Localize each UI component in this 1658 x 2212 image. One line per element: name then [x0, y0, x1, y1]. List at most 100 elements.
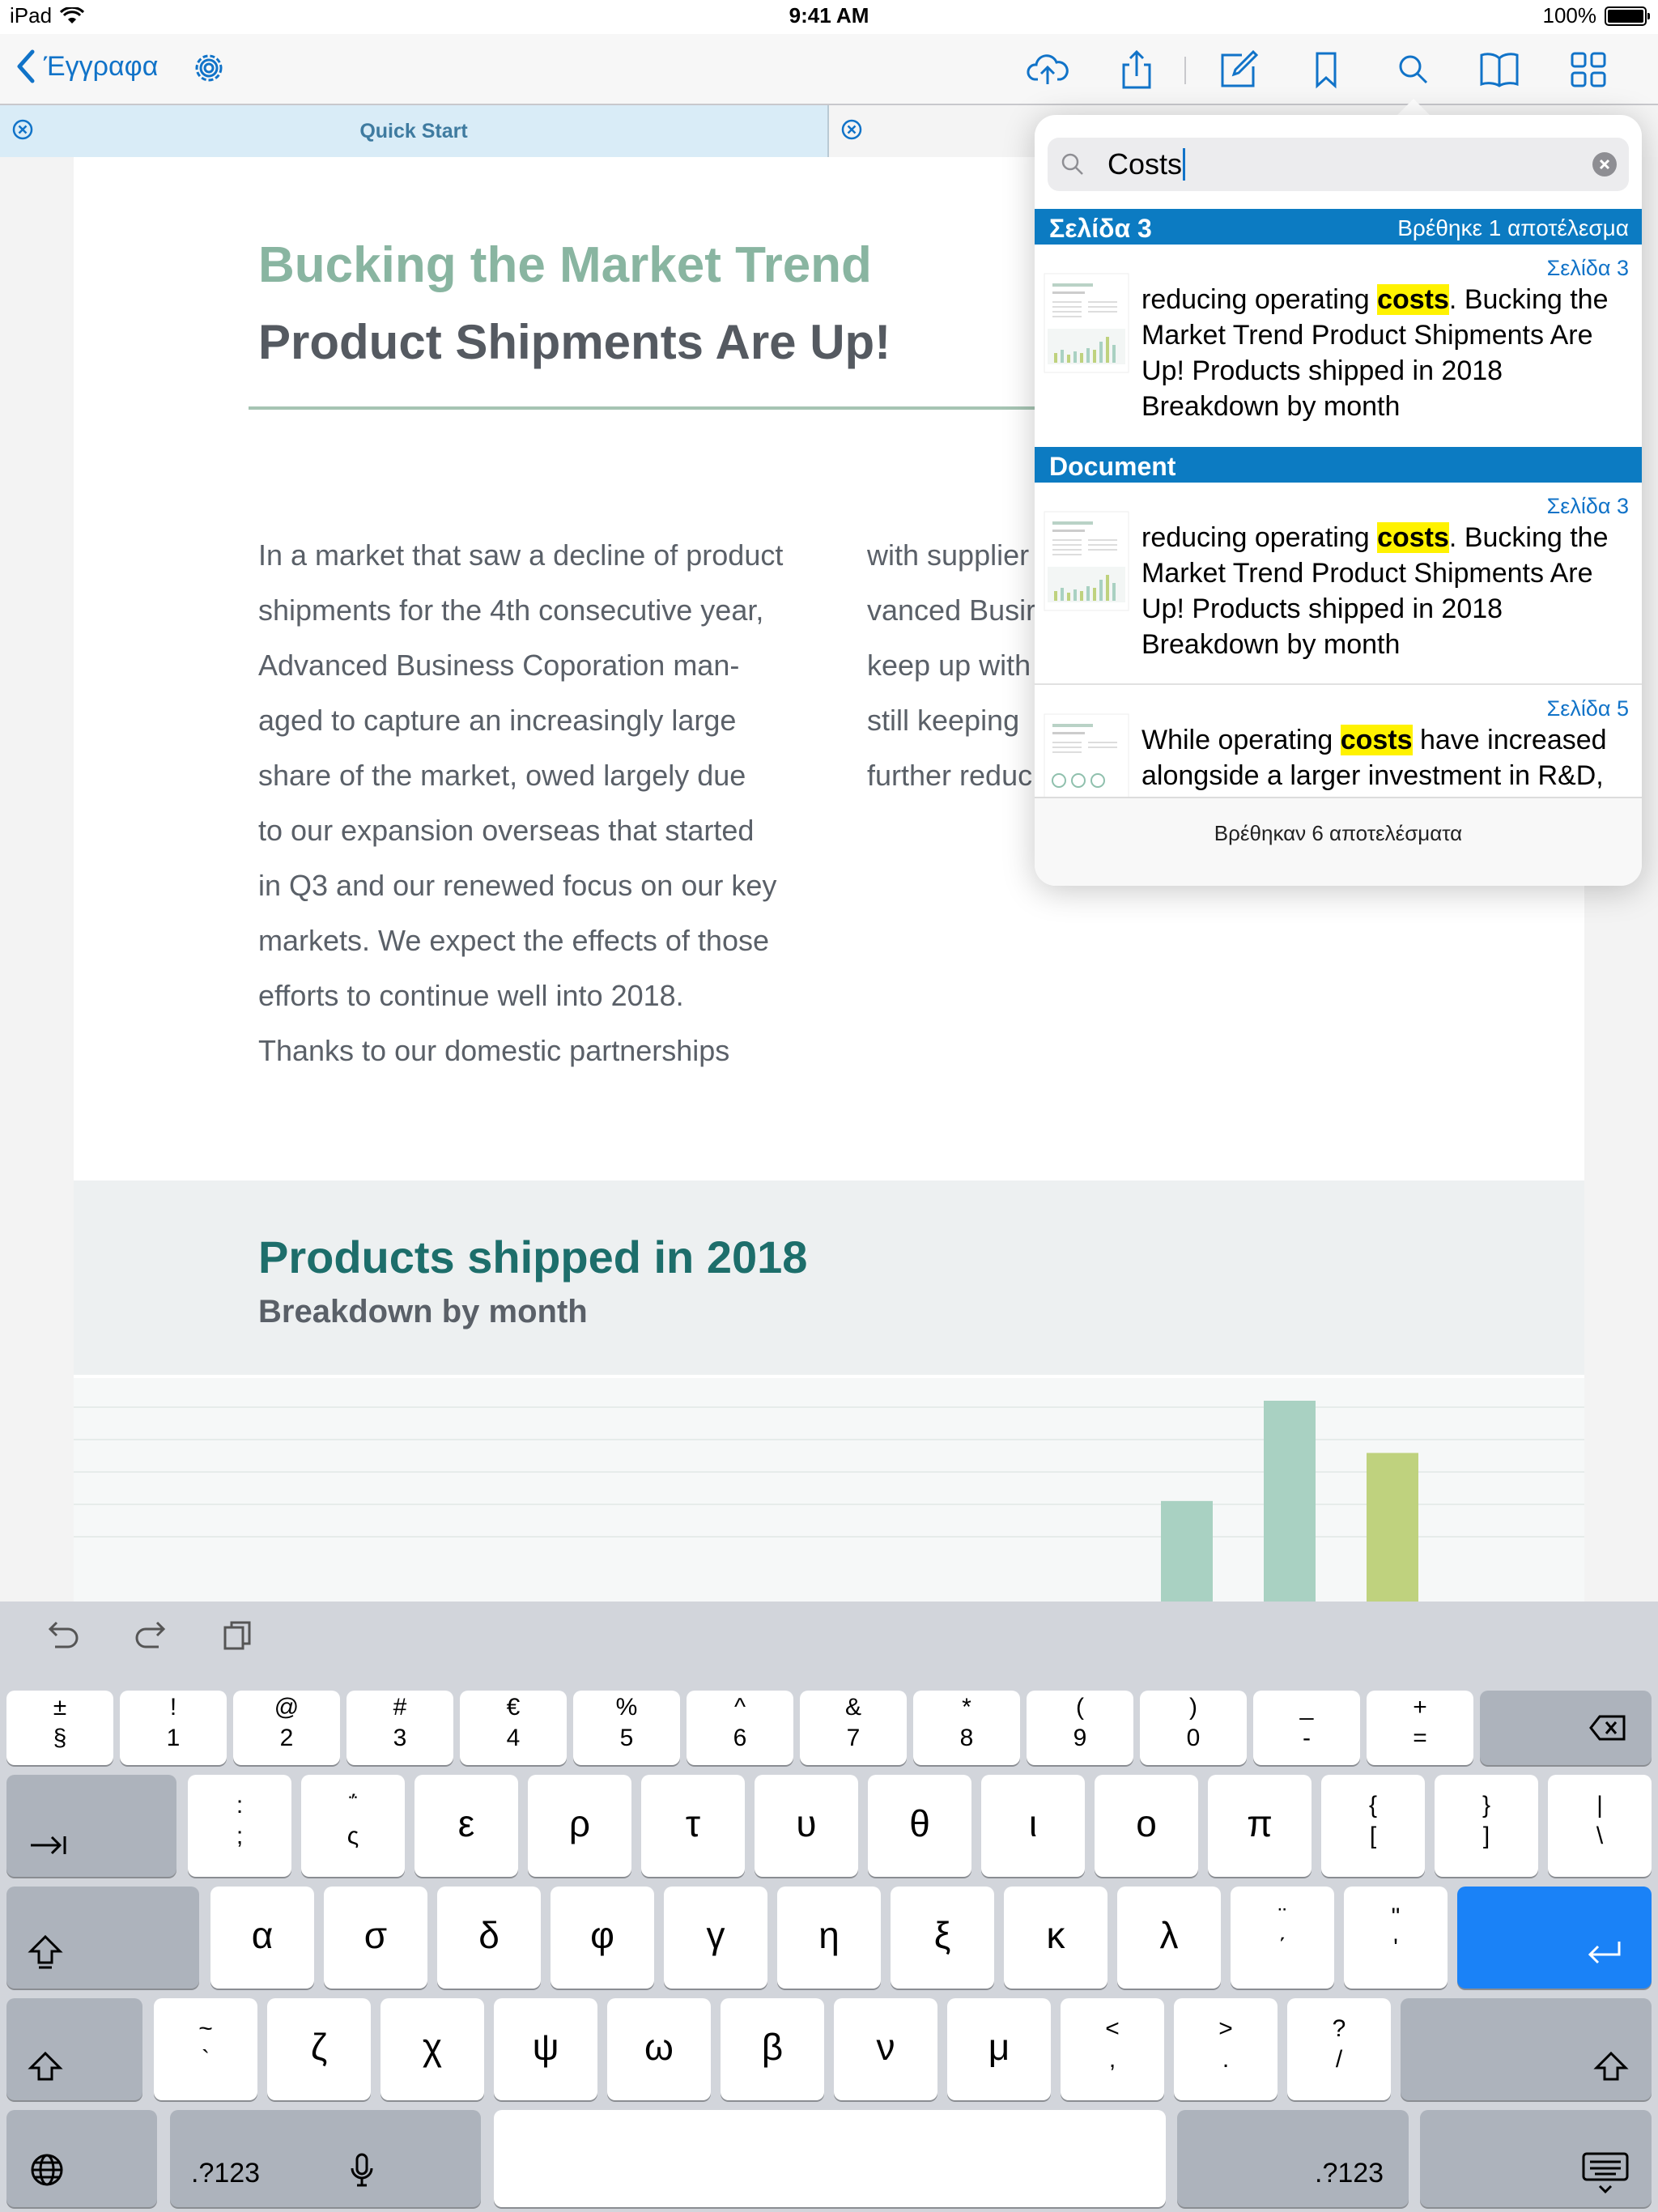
- key[interactable]: ζ: [267, 1998, 371, 2100]
- key[interactable]: χ: [380, 1998, 484, 2100]
- key[interactable]: σ: [324, 1887, 427, 1989]
- key[interactable]: ± §: [6, 1691, 113, 1765]
- search-result[interactable]: Σελίδα 3 reducing operating costs. Bucki…: [1035, 483, 1642, 660]
- dismiss-keyboard-key[interactable]: [1420, 2110, 1652, 2207]
- key[interactable]: }]: [1435, 1775, 1538, 1877]
- globe-key[interactable]: [6, 2110, 157, 2207]
- result-page: Σελίδα 3: [1546, 494, 1629, 518]
- result-snippet: reducing operating costs. Bucking the Ma…: [1141, 522, 1609, 660]
- key[interactable]: * 8: [913, 1691, 1020, 1765]
- key[interactable]: ε: [414, 1775, 518, 1877]
- search-result[interactable]: Σελίδα 3 reducing operating costs. Bucki…: [1035, 245, 1642, 422]
- key[interactable]: ¨ ΄: [1231, 1887, 1334, 1989]
- key[interactable]: ~ `: [154, 1998, 257, 2100]
- key[interactable]: π: [1208, 1775, 1312, 1877]
- tab-key[interactable]: [6, 1775, 176, 1877]
- search-result[interactable]: Σελίδα 5 While operating costs have incr…: [1035, 685, 1642, 797]
- tab-label: Quick Start: [359, 120, 468, 143]
- key[interactable]: {[: [1321, 1775, 1425, 1877]
- key[interactable]: >.: [1174, 1998, 1278, 2100]
- key[interactable]: #3: [346, 1691, 453, 1765]
- key[interactable]: μ: [947, 1998, 1051, 2100]
- key[interactable]: α: [210, 1887, 314, 1989]
- key-label-bottom: \: [1596, 1823, 1604, 1849]
- key[interactable]: ι: [981, 1775, 1085, 1877]
- key[interactable]: ξ: [891, 1887, 994, 1989]
- settings-button[interactable]: [189, 49, 228, 87]
- key-label: ζ: [310, 2026, 328, 2068]
- body-text-line: shipments for the 4th consecutive year,: [258, 593, 764, 627]
- key[interactable]: ? /: [1287, 1998, 1391, 2100]
- clear-search-icon[interactable]: [1592, 151, 1618, 177]
- key[interactable]: ψ: [494, 1998, 597, 2100]
- result-snippet: reducing operating costs. Bucking the Ma…: [1141, 284, 1609, 422]
- key-label-top: @: [274, 1694, 300, 1721]
- undo-icon[interactable]: [44, 1618, 83, 1653]
- key[interactable]: κ: [1004, 1887, 1107, 1989]
- shift-lock-key[interactable]: [6, 1887, 199, 1989]
- key-label-bottom: 2: [279, 1725, 294, 1751]
- key[interactable]: ! 1: [120, 1691, 227, 1765]
- key[interactable]: ) 0: [1140, 1691, 1247, 1765]
- share-icon[interactable]: [1116, 49, 1158, 91]
- key[interactable]: δ: [437, 1887, 541, 1989]
- search-input[interactable]: Costs: [1048, 138, 1629, 191]
- body-text-line: Thanks to our domestic partnerships: [258, 1034, 730, 1067]
- redo-icon[interactable]: [131, 1618, 170, 1653]
- tab-quick-start[interactable]: Quick Start: [0, 105, 829, 157]
- globe-icon: [31, 2154, 63, 2186]
- key[interactable]: λ: [1117, 1887, 1221, 1989]
- cloud-upload-icon[interactable]: [1027, 49, 1069, 91]
- key[interactable]: & 7: [800, 1691, 907, 1765]
- numbers-key[interactable]: .?123: [170, 2110, 481, 2207]
- key[interactable]: " ': [1344, 1887, 1448, 1989]
- key-label-top: ?: [1332, 2015, 1346, 2042]
- key[interactable]: _ -: [1253, 1691, 1360, 1765]
- body-text-line: in Q3 and our renewed focus on our key: [258, 869, 777, 902]
- key-label-top: {: [1368, 1792, 1378, 1819]
- key[interactable]: :;: [188, 1775, 291, 1877]
- book-icon[interactable]: [1478, 49, 1520, 91]
- shift-key[interactable]: [6, 1998, 142, 2100]
- key[interactable]: €4: [460, 1691, 567, 1765]
- keyboard-dismiss-icon: [1582, 2152, 1629, 2194]
- back-button[interactable]: Έγγραφα: [16, 49, 158, 84]
- key[interactable]: | \: [1548, 1775, 1652, 1877]
- key-label: ο: [1136, 1802, 1157, 1844]
- key-label: γ: [706, 1914, 725, 1956]
- key[interactable]: φ: [551, 1887, 654, 1989]
- return-key[interactable]: [1457, 1887, 1652, 1989]
- bookmark-icon[interactable]: [1305, 49, 1347, 91]
- key[interactable]: τ: [641, 1775, 745, 1877]
- search-icon[interactable]: [1392, 49, 1435, 91]
- key[interactable]: υ: [755, 1775, 858, 1877]
- key[interactable]: ω: [607, 1998, 711, 2100]
- shift-key[interactable]: [1401, 1998, 1652, 2100]
- key[interactable]: ρ: [528, 1775, 631, 1877]
- close-tab-icon[interactable]: [840, 118, 863, 141]
- grid-icon[interactable]: [1567, 49, 1609, 91]
- key[interactable]: θ: [868, 1775, 971, 1877]
- key[interactable]: <,: [1061, 1998, 1164, 2100]
- key-label: ω: [644, 2026, 674, 2068]
- paste-icon[interactable]: [220, 1618, 256, 1653]
- key[interactable]: + =: [1367, 1691, 1473, 1765]
- key[interactable]: ο: [1095, 1775, 1198, 1877]
- key[interactable]: η: [777, 1887, 881, 1989]
- key[interactable]: β: [721, 1998, 824, 2100]
- delete-key[interactable]: [1480, 1691, 1652, 1765]
- numbers-key[interactable]: .?123: [1177, 2110, 1409, 2207]
- key[interactable]: @2: [233, 1691, 340, 1765]
- key[interactable]: ΅ ς: [301, 1775, 405, 1877]
- key[interactable]: γ: [664, 1887, 767, 1989]
- edit-icon[interactable]: [1218, 49, 1260, 91]
- key[interactable]: % 5: [573, 1691, 680, 1765]
- key-label: .?123: [1315, 2158, 1384, 2189]
- key-label-bottom: 3: [393, 1725, 407, 1751]
- key[interactable]: ^ 6: [687, 1691, 793, 1765]
- chevron-left-icon: [17, 49, 35, 83]
- key[interactable]: (9: [1027, 1691, 1133, 1765]
- key[interactable]: ν: [834, 1998, 937, 2100]
- key-label-bottom: =: [1413, 1725, 1427, 1751]
- space-key[interactable]: [494, 2110, 1166, 2207]
